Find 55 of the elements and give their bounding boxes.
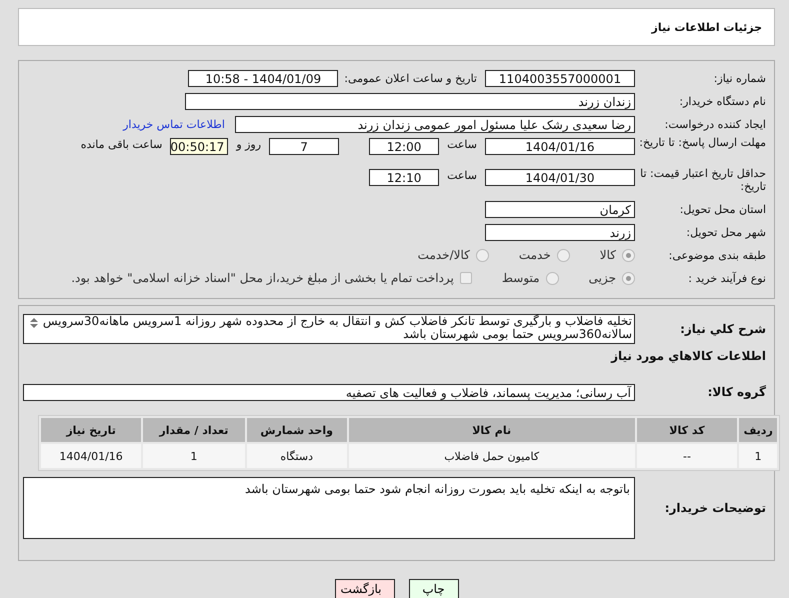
reply-time-field: 12:00 xyxy=(369,138,440,155)
buyer-name-field: زندان زرند xyxy=(185,92,635,110)
validity-time-field: 12:10 xyxy=(369,169,440,186)
payment-checkbox[interactable]: پرداخت تمام یا بخشی از مبلغ خرید،از محل "اسناد خزانه اسلامی" خواهد بود. xyxy=(71,271,472,285)
requester-field: رضا سعیدی رشک علیا مسئول امور عمومی زندان زرند xyxy=(235,116,635,132)
print-button[interactable]: چاپ xyxy=(408,579,458,598)
validity-date-field: 1404/01/30 xyxy=(485,169,635,186)
remaining-label: ساعت باقی مانده xyxy=(80,138,162,151)
field-label: استان محل تحویل: xyxy=(678,202,767,216)
category-radio[interactable]: خدمت xyxy=(518,248,570,262)
column-header: نام کالا xyxy=(348,418,635,442)
column-header: واحد شمارش xyxy=(246,418,347,442)
description-field: تخلیه فاضلاب و بارگیری توسط تانکر فاضلاب کش و انتقال به خارج از محدوده شهر روزانه 1سرویس ماهانه30سرویس سالانه360سرویس حتما بومی شهرستان باشد xyxy=(23,314,635,344)
column-header: کد کالا xyxy=(636,418,738,442)
table-cell: -- xyxy=(636,444,738,468)
field-label: نوع فرآیند خرید : xyxy=(687,272,767,284)
category-radio[interactable]: کالا/خدمت xyxy=(418,248,489,262)
buyer-contact-link[interactable]: اطلاعات تماس خریدار xyxy=(123,118,225,130)
field-label: مهلت ارسال پاسخ: تا تاریخ: xyxy=(638,136,767,149)
field-label: شماره نیاز: xyxy=(712,72,767,84)
category-radio[interactable]: کالا xyxy=(600,248,635,262)
field-label: شهر محل تحویل: xyxy=(685,226,767,238)
field-label: طبقه بندی موضوعی: xyxy=(668,248,767,262)
table-cell: 1 xyxy=(739,444,777,468)
time-label: ساعت xyxy=(447,138,477,151)
purchase-type-radio[interactable]: جزیی xyxy=(588,271,635,285)
remaining-time-field: 00:50:17 xyxy=(170,138,228,155)
province-field: کرمان xyxy=(485,200,635,218)
reply-date-field: 1404/01/16 xyxy=(485,138,635,155)
table-cell: دستگاه xyxy=(246,444,347,468)
announce-date-field: 1404/01/09 - 10:58 xyxy=(188,70,338,86)
goods-group-field: آب رسانی؛ مدیریت پسماند، فاضلاب و فعالیت های تصفیه xyxy=(23,384,635,400)
days-field: 7 xyxy=(269,138,340,155)
field-label: حداقل تاریخ اعتبار قیمت: تا تاریخ: xyxy=(639,167,767,193)
table-cell: کامیون حمل فاضلاب xyxy=(348,444,635,468)
buyer-notes-field: باتوجه به اینکه تخلیه باید بصورت روزانه انجام شود حتما بومی شهرستان باشد xyxy=(23,477,635,539)
field-label: ایجاد کننده درخواست: xyxy=(664,118,767,130)
city-field: زرند xyxy=(485,224,635,240)
table-cell: 1404/01/16 xyxy=(41,444,142,468)
column-header: تعداد / مقدار xyxy=(143,418,245,442)
column-header: ردیف xyxy=(739,418,777,442)
section-heading: اطلاعات کالاهاي مورد نياز xyxy=(610,348,767,365)
field-label: تاریخ و ساعت اعلان عمومی: xyxy=(344,72,477,84)
field-label: توضیحات خریدار: xyxy=(664,501,767,515)
table-cell: 1 xyxy=(143,444,245,468)
back-button[interactable]: بازگشت xyxy=(334,579,394,598)
purchase-type-radio[interactable]: متوسط xyxy=(502,271,559,285)
time-label: ساعت xyxy=(447,169,477,182)
page-title: جزئیات اطلاعات نیاز xyxy=(652,20,762,34)
field-label: شرح کلي نياز: xyxy=(679,321,767,336)
need-number-field: 1104003557000001 xyxy=(485,70,635,86)
field-label: نام دستگاه خریدار: xyxy=(678,94,767,108)
days-label: روز و xyxy=(236,138,262,151)
field-label: گروه کالا: xyxy=(706,385,767,399)
column-header: تاریخ نیاز xyxy=(41,418,142,442)
